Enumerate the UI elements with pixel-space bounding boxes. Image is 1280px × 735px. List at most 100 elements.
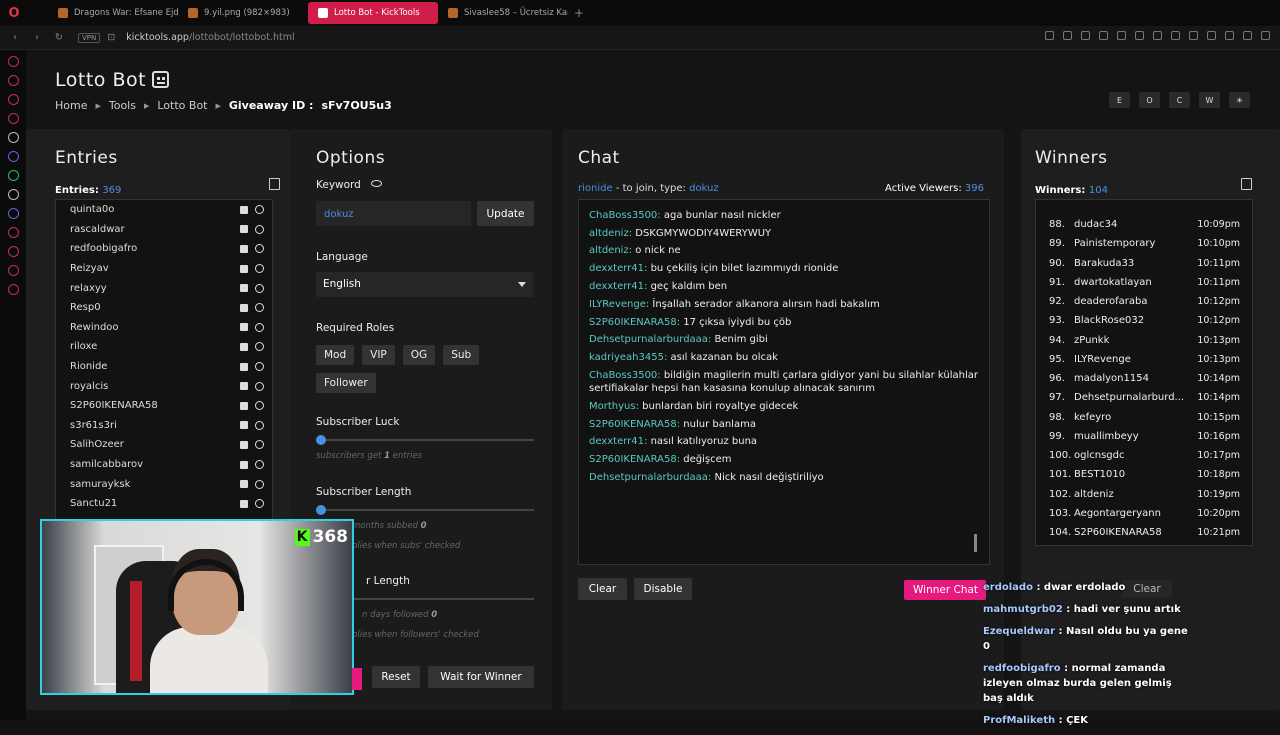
ban-icon[interactable] <box>255 420 264 430</box>
ban-icon[interactable] <box>255 283 264 293</box>
update-button[interactable]: Update <box>477 201 534 226</box>
ban-icon[interactable] <box>255 460 264 470</box>
list-item[interactable]: royalcis <box>56 376 272 396</box>
settings-icon[interactable] <box>7 284 19 295</box>
role-sub[interactable]: Sub <box>443 345 480 365</box>
whatsapp-icon[interactable] <box>7 170 19 181</box>
remove-icon[interactable] <box>240 362 248 371</box>
role-mod[interactable]: Mod <box>316 345 355 365</box>
sub-luck-slider[interactable] <box>316 435 534 445</box>
ban-icon[interactable] <box>255 381 264 391</box>
list-item[interactable]: Rionide <box>56 357 272 377</box>
extension-icon[interactable] <box>1063 31 1072 40</box>
list-item[interactable]: redfoobigafro <box>56 239 272 259</box>
chat-username[interactable]: dexxterr41: <box>589 263 647 274</box>
extension-icon[interactable] <box>1171 31 1180 40</box>
ban-icon[interactable] <box>255 244 264 254</box>
role-og[interactable]: OG <box>402 345 436 365</box>
sidebar-app-icon[interactable] <box>7 56 19 67</box>
list-item[interactable]: Rewindoo <box>56 318 272 338</box>
opera-logo-icon[interactable]: O <box>0 6 28 21</box>
chat-username[interactable]: altdeniz: <box>589 245 632 256</box>
winners-list[interactable]: 88. dudac34 10:09pm 89. Painistemporary 10:10… <box>1035 199 1253 546</box>
list-item[interactable]: Reizyav <box>56 259 272 279</box>
extension-icon[interactable] <box>1189 31 1198 40</box>
list-item[interactable]: S2P60IKENARA58 <box>56 396 272 416</box>
breadcrumb-tools[interactable]: Tools <box>109 99 136 112</box>
ban-icon[interactable] <box>255 440 264 450</box>
list-item[interactable]: Sanctu21 <box>56 494 272 514</box>
chat-username[interactable]: dexxterr41: <box>589 436 647 447</box>
remove-icon[interactable] <box>240 382 248 391</box>
remove-icon[interactable] <box>240 342 248 351</box>
sidebar-app-icon[interactable] <box>7 265 19 276</box>
copy-icon[interactable] <box>269 178 280 190</box>
remove-icon[interactable] <box>240 225 248 234</box>
x-icon[interactable] <box>7 189 19 200</box>
extension-icon[interactable] <box>1153 31 1162 40</box>
reload-icon[interactable]: ↻ <box>52 32 66 43</box>
reset-button[interactable]: Reset <box>372 666 420 688</box>
sidebar-app-icon[interactable] <box>7 132 19 143</box>
tab-sivaslee[interactable]: Sivaslee58 – Ücretsiz Kan <box>438 2 568 24</box>
extension-icon[interactable] <box>1243 31 1252 40</box>
theme-button-e[interactable]: E <box>1109 92 1130 108</box>
list-item[interactable]: quinta0o <box>56 200 272 220</box>
chat-username[interactable]: dexxterr41: <box>589 281 647 292</box>
copy-icon[interactable] <box>1241 178 1252 190</box>
remove-icon[interactable] <box>240 264 248 273</box>
list-item[interactable]: Resp0 <box>56 298 272 318</box>
chat-username[interactable]: kadriyeah3455: <box>589 352 667 363</box>
extension-icon[interactable] <box>1045 31 1054 40</box>
list-item[interactable]: riloxe <box>56 337 272 357</box>
chat-username[interactable]: Morthyus: <box>589 401 639 412</box>
keyword-input[interactable]: dokuz <box>316 201 471 226</box>
chat-username[interactable]: ILYRevenge: <box>589 299 649 310</box>
sidebar-app-icon[interactable] <box>7 75 19 86</box>
remove-icon[interactable] <box>240 421 248 430</box>
tab-dragons-war[interactable]: Dragons War: Efsane Ejderha <box>48 2 178 24</box>
winner-chat-button[interactable]: Winner Chat <box>904 580 986 600</box>
extension-icon[interactable] <box>1207 31 1216 40</box>
chat-username[interactable]: Dehsetpurnalarburdaaa: <box>589 334 711 345</box>
ban-icon[interactable] <box>255 479 264 489</box>
sidebar-app-icon[interactable] <box>7 113 19 124</box>
ban-icon[interactable] <box>255 322 264 332</box>
list-item[interactable]: SalihOzeer <box>56 435 272 455</box>
ban-icon[interactable] <box>255 205 264 215</box>
remove-icon[interactable] <box>240 205 248 214</box>
remove-icon[interactable] <box>240 323 248 332</box>
ban-icon[interactable] <box>255 342 264 352</box>
chat-username[interactable]: ChaBoss3500: <box>589 210 661 221</box>
chat-username[interactable]: Dehsetpurnalarburdaaa: <box>589 472 711 483</box>
url-field[interactable]: kicktools.app/lottobot/lottobot.html <box>126 32 294 43</box>
chat-clear-button[interactable]: Clear <box>578 578 627 600</box>
ban-icon[interactable] <box>255 303 264 313</box>
new-tab-icon[interactable]: + <box>574 6 584 20</box>
extension-icon[interactable] <box>1261 31 1270 40</box>
sub-length-slider[interactable] <box>316 505 534 515</box>
ban-icon[interactable] <box>255 224 264 234</box>
role-follower[interactable]: Follower <box>316 373 376 393</box>
slider-handle[interactable] <box>316 505 326 515</box>
language-select[interactable]: English <box>316 272 533 297</box>
vpn-badge[interactable]: VPN <box>78 32 101 43</box>
extension-icon[interactable] <box>1081 31 1090 40</box>
entries-list[interactable]: quinta0o rascaldwar redfoobigafro Reizyav re… <box>55 199 273 520</box>
theme-button-o[interactable]: O <box>1139 92 1160 108</box>
back-icon[interactable]: ‹ <box>8 32 22 43</box>
history-icon[interactable] <box>7 246 19 257</box>
chat-username[interactable]: S2P60IKENARA58: <box>589 454 680 465</box>
remove-icon[interactable] <box>240 460 248 469</box>
list-item[interactable]: s3r61s3ri <box>56 416 272 436</box>
remove-icon[interactable] <box>240 244 248 253</box>
slider-handle[interactable] <box>316 435 326 445</box>
chat-disable-button[interactable]: Disable <box>634 578 692 600</box>
extension-icon[interactable] <box>1135 31 1144 40</box>
extension-icon[interactable] <box>1099 31 1108 40</box>
chat-messages[interactable]: ChaBoss3500: aga bunlar nasıl nickler alt… <box>578 199 990 565</box>
remove-icon[interactable] <box>240 401 248 410</box>
sidebar-app-icon[interactable] <box>7 94 19 105</box>
tab-image[interactable]: 9.yil.png (982×983) <box>178 2 308 24</box>
chat-username[interactable]: S2P60IKENARA58: <box>589 317 680 328</box>
